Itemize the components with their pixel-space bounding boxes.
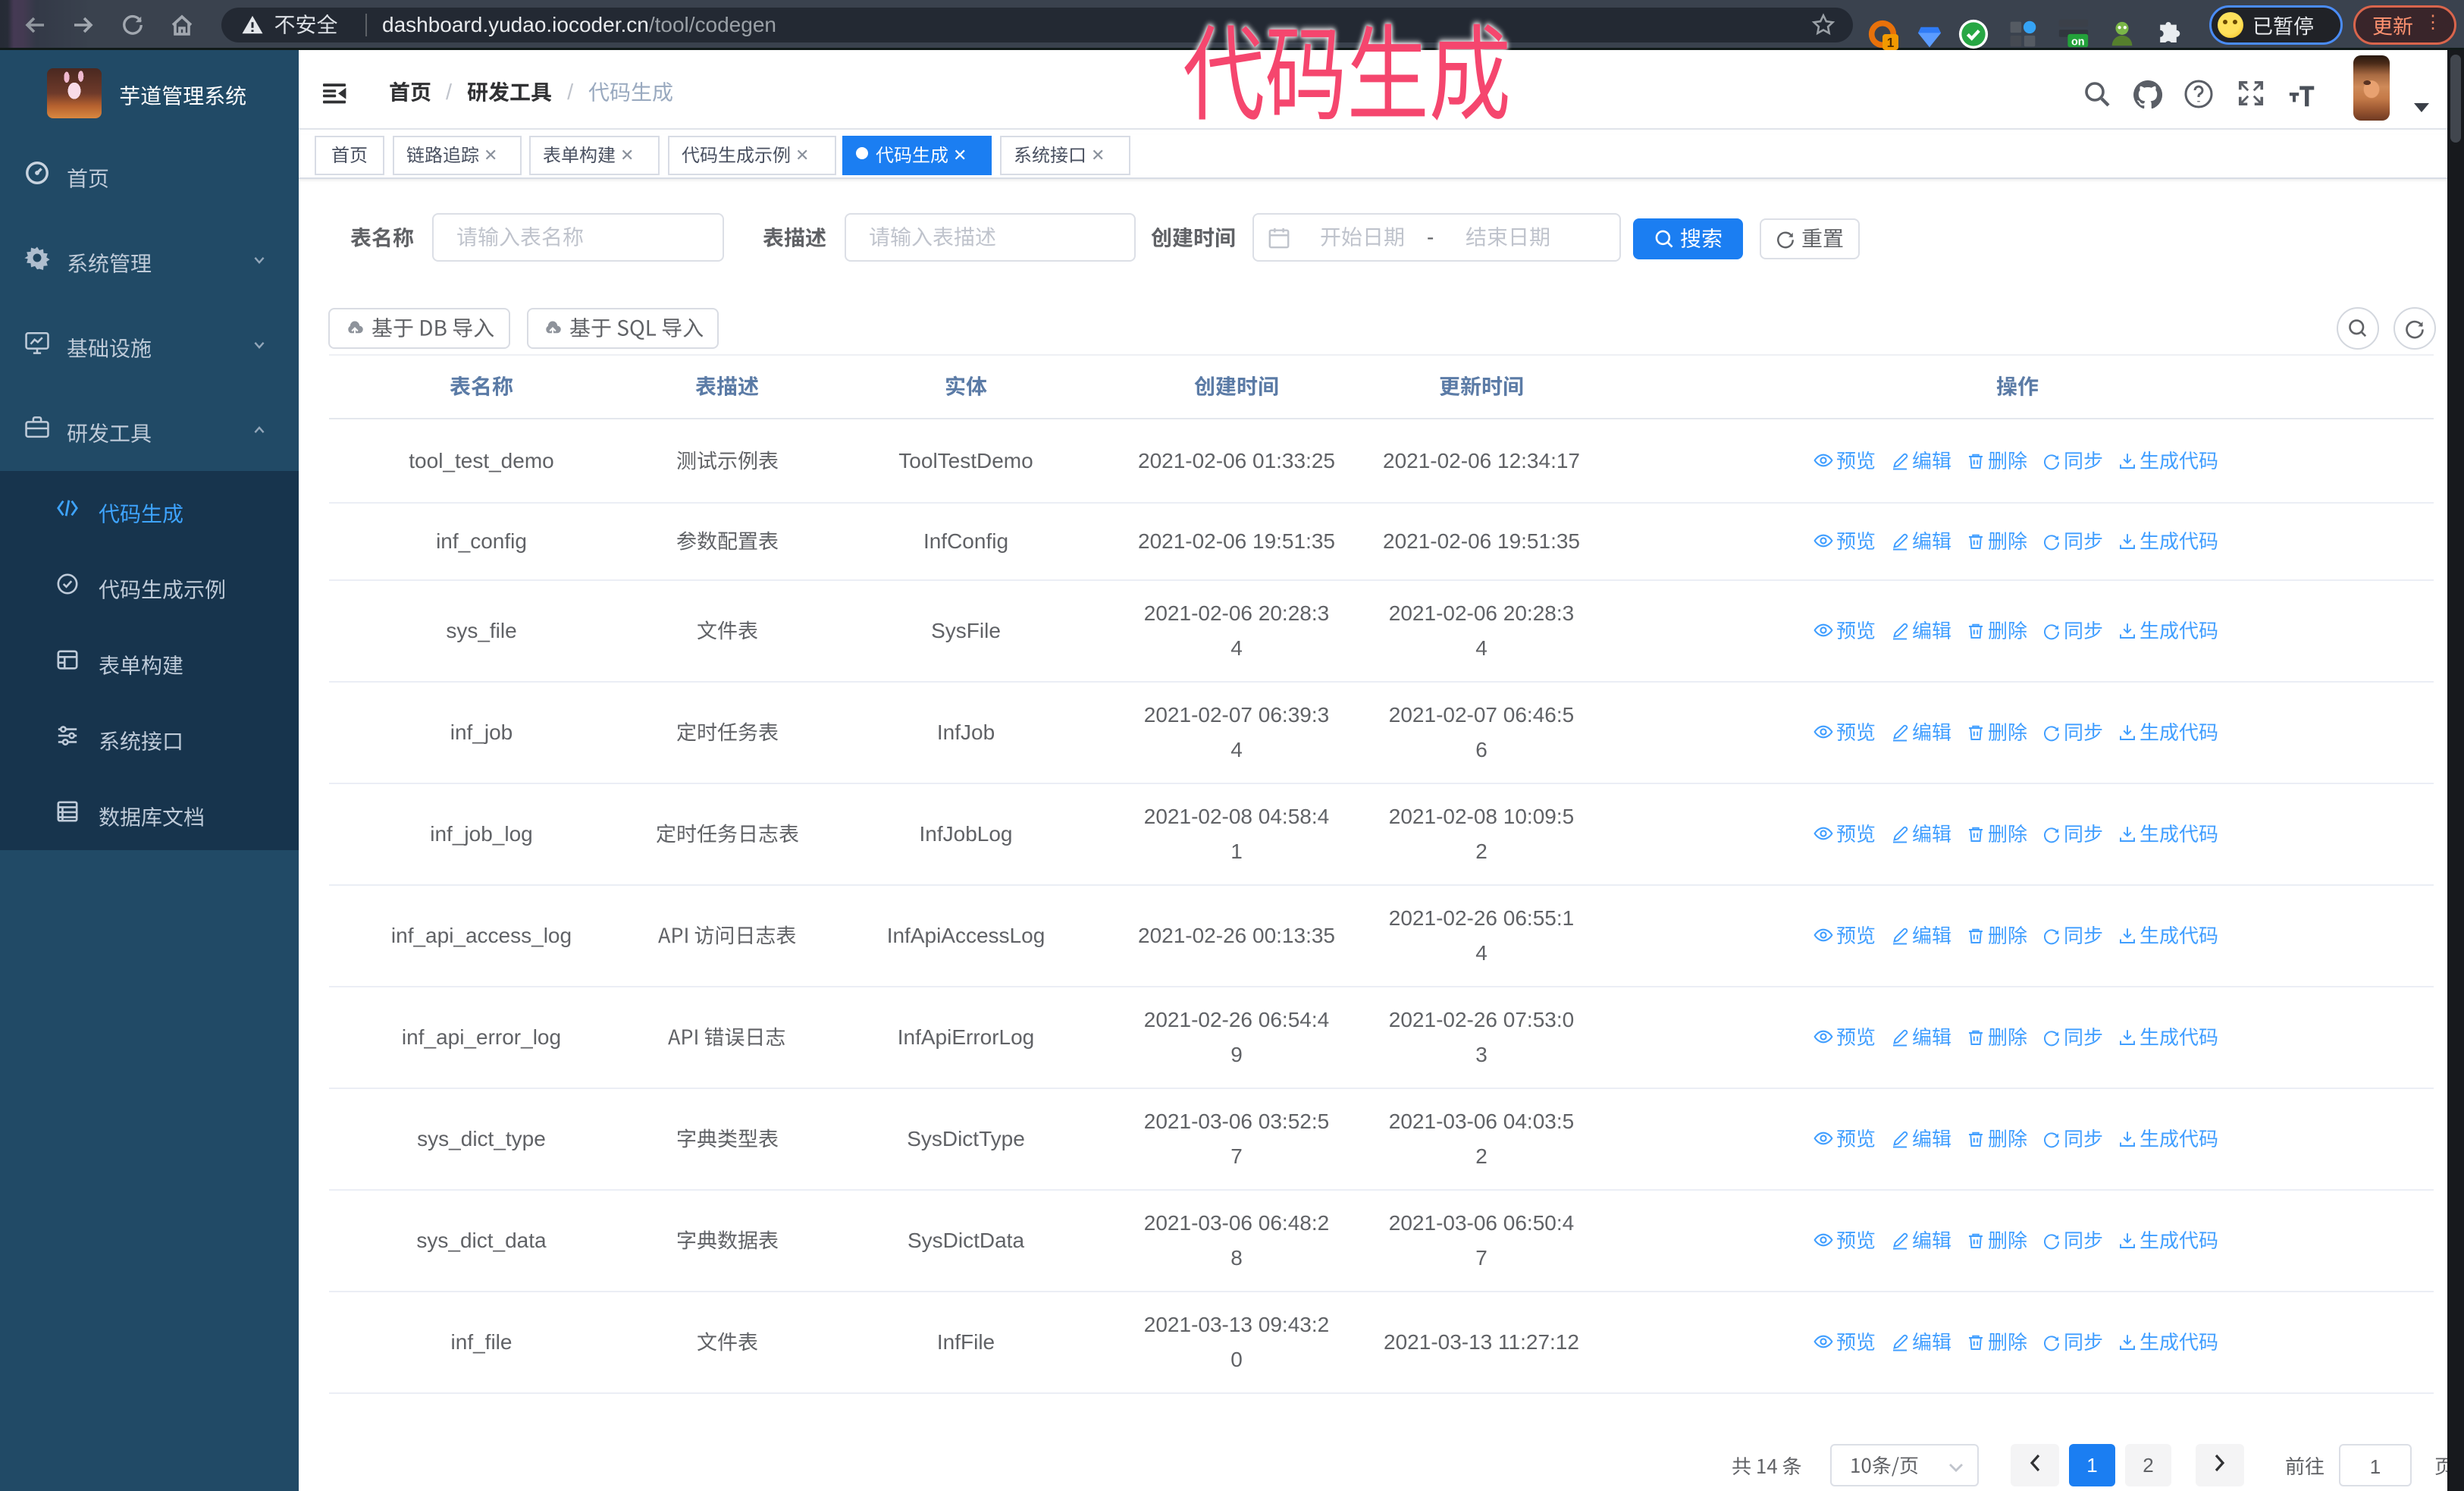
svg-text:on: on bbox=[2071, 36, 2085, 48]
svg-text:1: 1 bbox=[1887, 35, 1895, 50]
